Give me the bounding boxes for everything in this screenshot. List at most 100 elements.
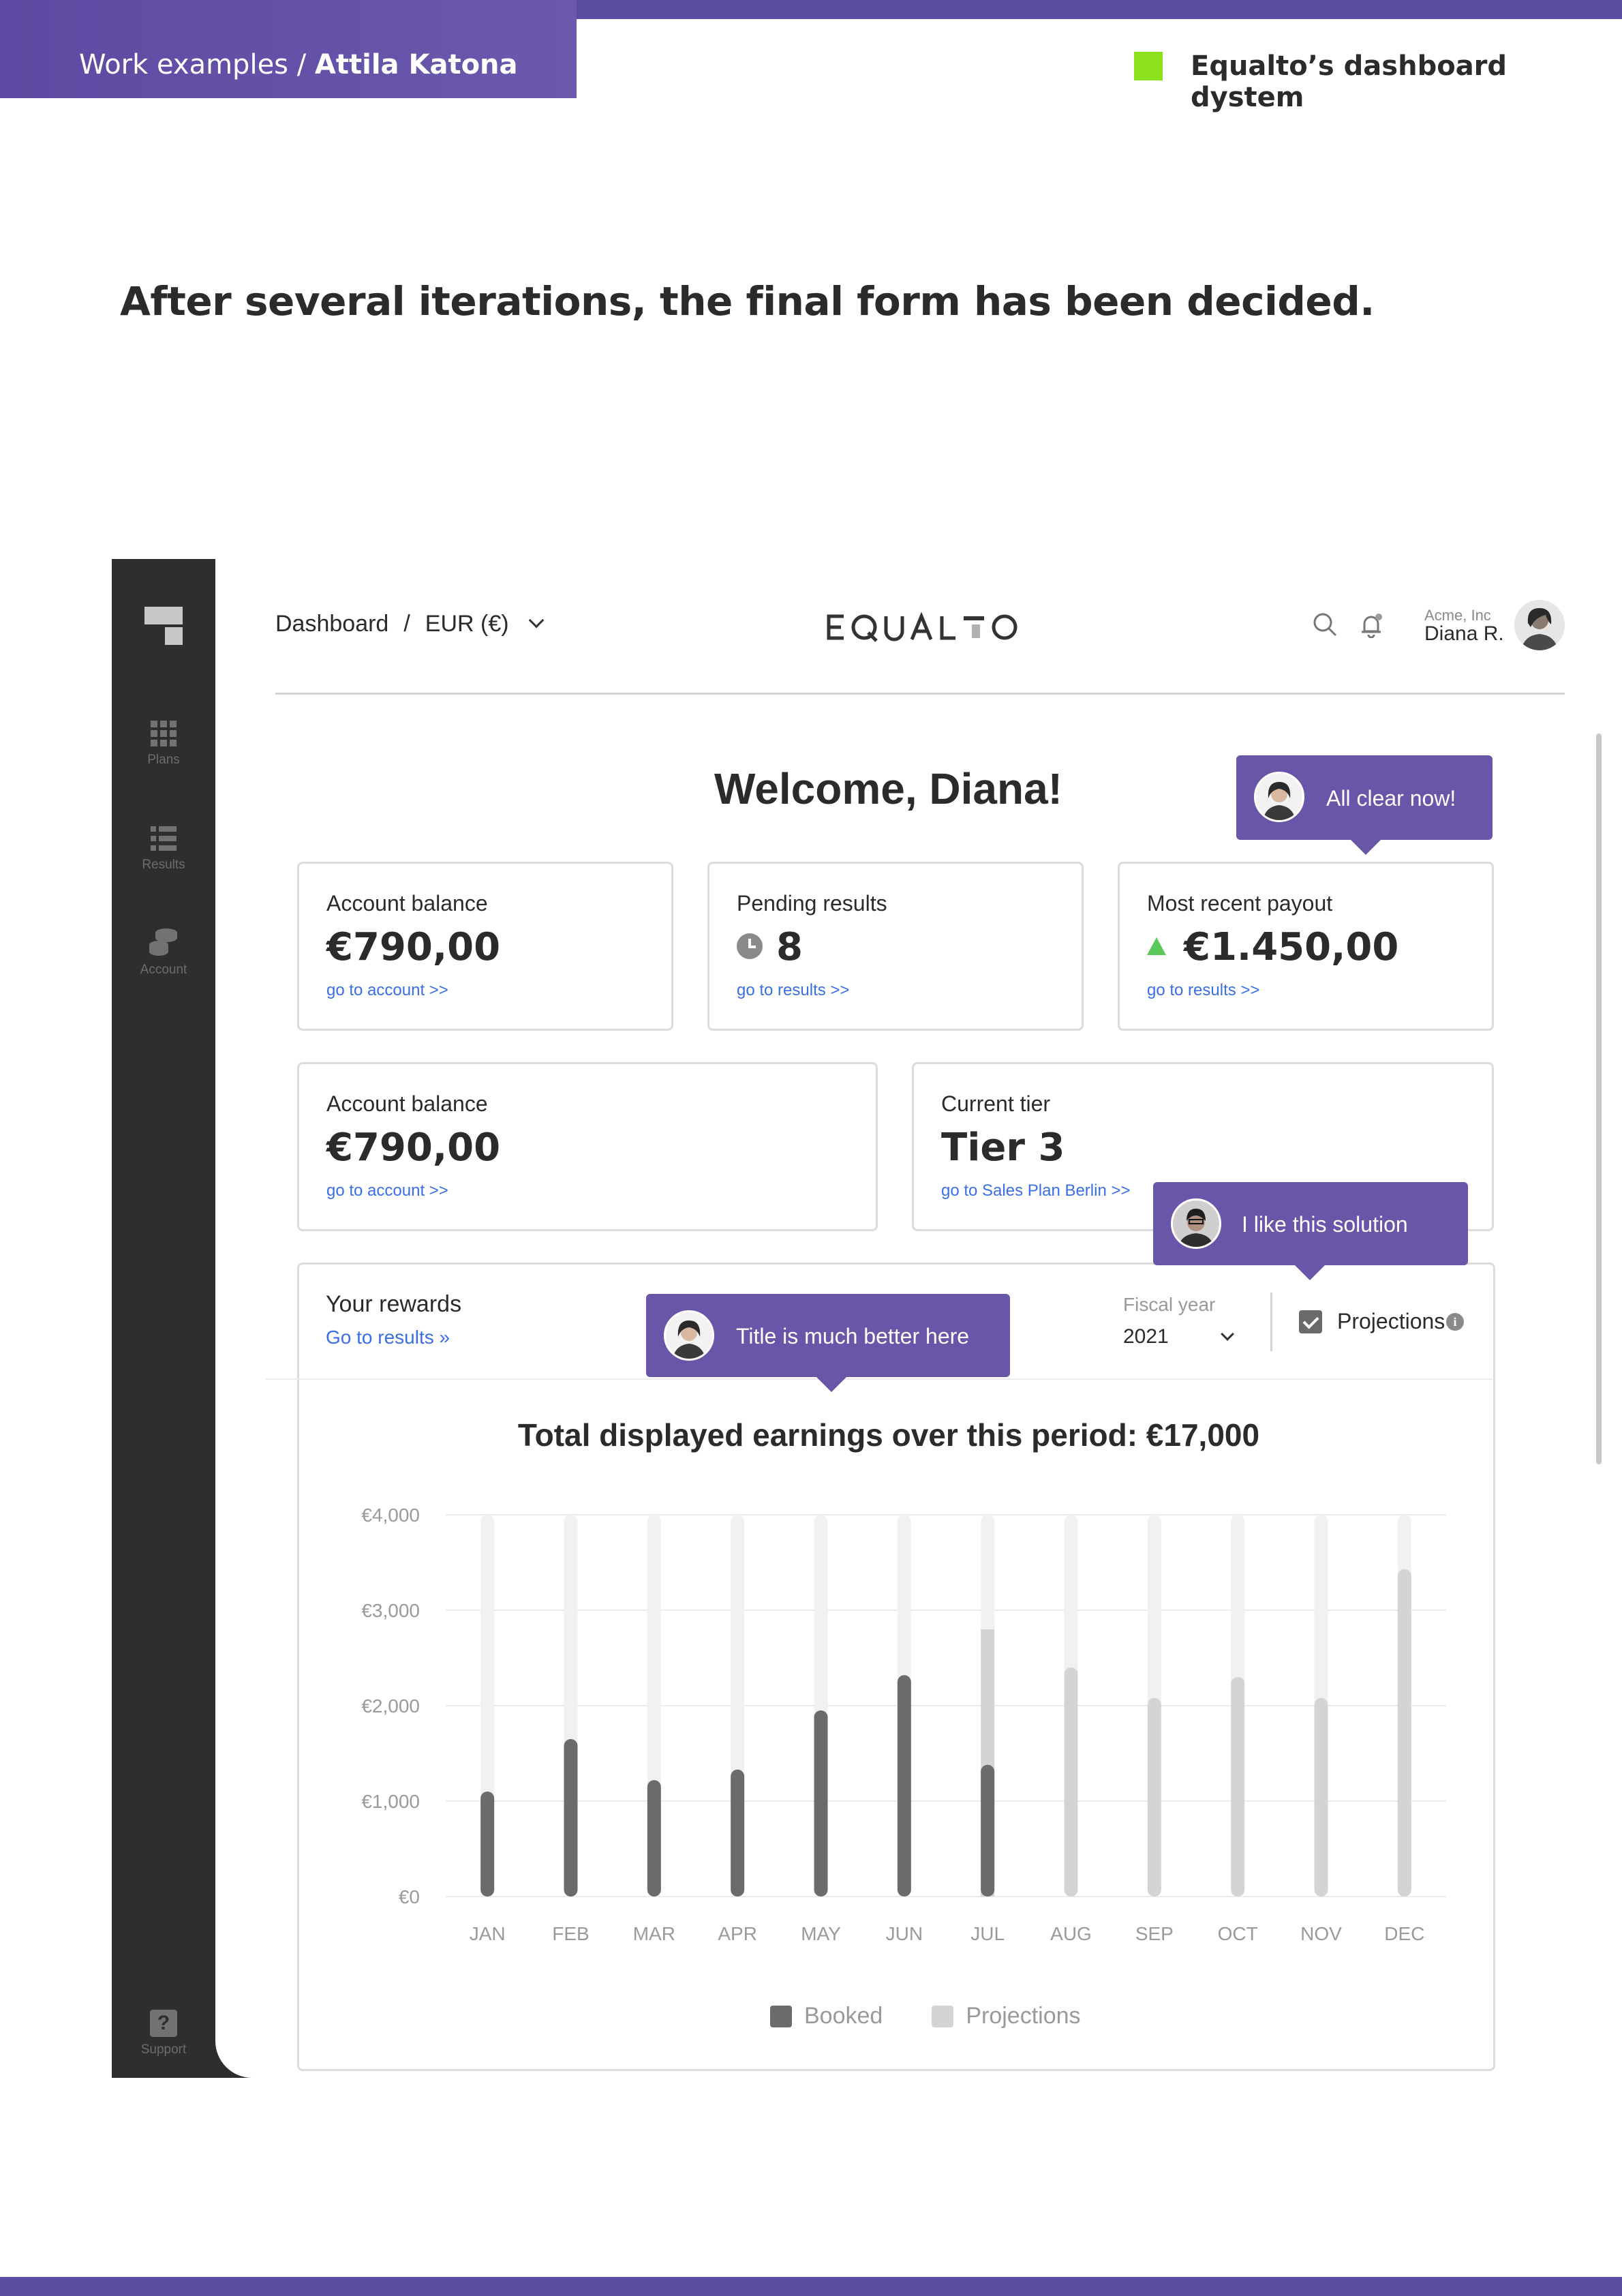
rewards-results-link[interactable]: Go to results » [326, 1327, 450, 1348]
y-tick-label: €2,000 [361, 1695, 420, 1717]
clock-icon [737, 933, 763, 959]
x-tick-label: MAR [633, 1923, 675, 1944]
tooltip-pointer [1351, 840, 1381, 855]
help-icon: ? [150, 2010, 177, 2037]
earnings-chart: €0 €1,000 €2,000 €3,000 €4,000 JAN FEB MAR APR MA… [361, 1505, 1446, 1944]
tooltip-text: Title is much better here [736, 1324, 970, 1348]
list-icon [151, 826, 177, 851]
breadcrumb-separator: / [403, 611, 410, 637]
card-value: Tier 3 [941, 1126, 1065, 1170]
scrollbar-thumb[interactable] [1596, 734, 1602, 1464]
sidebar-item-label: Plans [147, 753, 180, 767]
x-tick-label: MAY [801, 1923, 841, 1944]
filter-divider [1270, 1293, 1272, 1351]
bar-booked [897, 1675, 911, 1897]
welcome-heading: Welcome, Diana! [714, 764, 1062, 813]
x-tick-label: DEC [1384, 1923, 1424, 1944]
bar-projection [1231, 1677, 1245, 1897]
bottom-accent-strip [0, 2277, 1622, 2296]
sidebar-item-support[interactable]: ? Support [112, 2010, 215, 2057]
x-tick-label: OCT [1218, 1923, 1258, 1944]
card-link[interactable]: go to account >> [326, 981, 448, 1000]
sidebar: Plans Results Account ? Support [112, 559, 215, 2078]
brand-square-icon [1134, 52, 1163, 80]
card-label: Account balance [326, 891, 488, 916]
projections-checkbox[interactable] [1299, 1310, 1322, 1333]
projections-label[interactable]: Projections [1337, 1309, 1445, 1334]
card-link[interactable]: go to account >> [326, 1181, 448, 1200]
bar-booked [731, 1769, 745, 1897]
tooltip-text: All clear now! [1326, 786, 1456, 811]
app-logo-mark-icon[interactable] [144, 607, 183, 645]
bar-booked [981, 1764, 995, 1897]
fiscal-year-select[interactable]: 2021 [1123, 1325, 1169, 1348]
legend-item-booked[interactable]: Booked [770, 2003, 883, 2029]
sidebar-item-label: Support [140, 2042, 187, 2057]
card-label: Pending results [737, 891, 887, 916]
commenter-avatar [1254, 772, 1304, 822]
sidebar-item-label: Results [142, 858, 185, 872]
card-value: €790,00 [326, 1126, 501, 1170]
card-account-balance: Account balance €790,00 go to account >> [297, 862, 673, 1031]
info-icon[interactable]: i [1446, 1313, 1464, 1331]
card-account-balance-2: Account balance €790,00 go to account >> [297, 1062, 878, 1231]
card-value: €1.450,00 [1184, 925, 1399, 969]
tooltip-pointer [1295, 1265, 1325, 1280]
sidebar-item-results[interactable]: Results [112, 825, 215, 873]
bar-booked [814, 1710, 828, 1897]
equalto-logo [827, 612, 1017, 642]
card-link[interactable]: go to results >> [737, 981, 849, 1000]
page-headline: After several iterations, the final form… [120, 278, 1375, 324]
y-tick-label: €1,000 [361, 1791, 420, 1812]
card-link[interactable]: go to Sales Plan Berlin >> [941, 1181, 1131, 1200]
author-name: Attila Katona [314, 49, 518, 80]
portfolio-label: Work examples / Attila Katona [79, 49, 518, 80]
x-tick-label: AUG [1050, 1923, 1092, 1944]
legend-label: Booked [804, 2003, 883, 2029]
notification-bell-icon[interactable] [1358, 611, 1385, 638]
bar-projection [1314, 1697, 1328, 1897]
card-value: 8 [776, 925, 803, 969]
bar-booked [480, 1792, 495, 1897]
currency-selector[interactable]: EUR (€) [425, 611, 509, 637]
search-icon[interactable] [1313, 612, 1337, 637]
user-name[interactable]: Diana R. [1424, 622, 1504, 646]
x-tick-label: FEB [552, 1923, 589, 1944]
legend-label: Projections [966, 2003, 1081, 2029]
project-title: Equalto’s dashboard dystem [1191, 50, 1508, 113]
y-tick-label: €4,000 [361, 1505, 420, 1526]
bar-booked [647, 1780, 661, 1897]
x-tick-label: APR [718, 1923, 757, 1944]
card-recent-payout: Most recent payout €1.450,00 go to resul… [1118, 862, 1494, 1031]
y-tick-label: €0 [399, 1886, 420, 1907]
rewards-title: Your rewards [326, 1291, 462, 1317]
sidebar-item-account[interactable]: Account [112, 927, 215, 978]
breadcrumb-dashboard[interactable]: Dashboard [275, 611, 388, 637]
sidebar-item-plans[interactable]: Plans [112, 720, 215, 768]
bar-projection [1064, 1667, 1078, 1897]
legend-item-projections[interactable]: Projections [932, 2003, 1081, 2029]
chevron-down-icon[interactable] [528, 612, 544, 629]
bar-booked [564, 1739, 578, 1897]
breadcrumb: Dashboard / EUR (€) [275, 611, 544, 637]
legend-swatch-booked [770, 2006, 792, 2027]
x-tick-label: JUL [970, 1923, 1005, 1944]
tooltip-text: I like this solution [1242, 1212, 1408, 1237]
grid-icon [151, 721, 177, 746]
chart-legend: Booked Projections [770, 2003, 1130, 2029]
comment-tooltip-like-solution: I like this solution [1153, 1182, 1468, 1280]
bar-projection [1147, 1697, 1161, 1897]
commenter-avatar [664, 1310, 714, 1361]
x-tick-label: SEP [1135, 1923, 1174, 1944]
card-label: Account balance [326, 1091, 488, 1116]
card-value: €790,00 [326, 925, 501, 969]
coins-icon [149, 928, 177, 956]
comment-tooltip-all-clear: All clear now! [1236, 755, 1493, 855]
header-divider [275, 693, 1565, 695]
sidebar-item-label: Account [140, 963, 187, 977]
fiscal-year-label: Fiscal year [1123, 1294, 1216, 1315]
user-avatar[interactable] [1514, 600, 1565, 650]
legend-swatch-projections [932, 2006, 954, 2027]
card-link[interactable]: go to results >> [1147, 981, 1259, 1000]
x-tick-label: JUN [886, 1923, 923, 1944]
